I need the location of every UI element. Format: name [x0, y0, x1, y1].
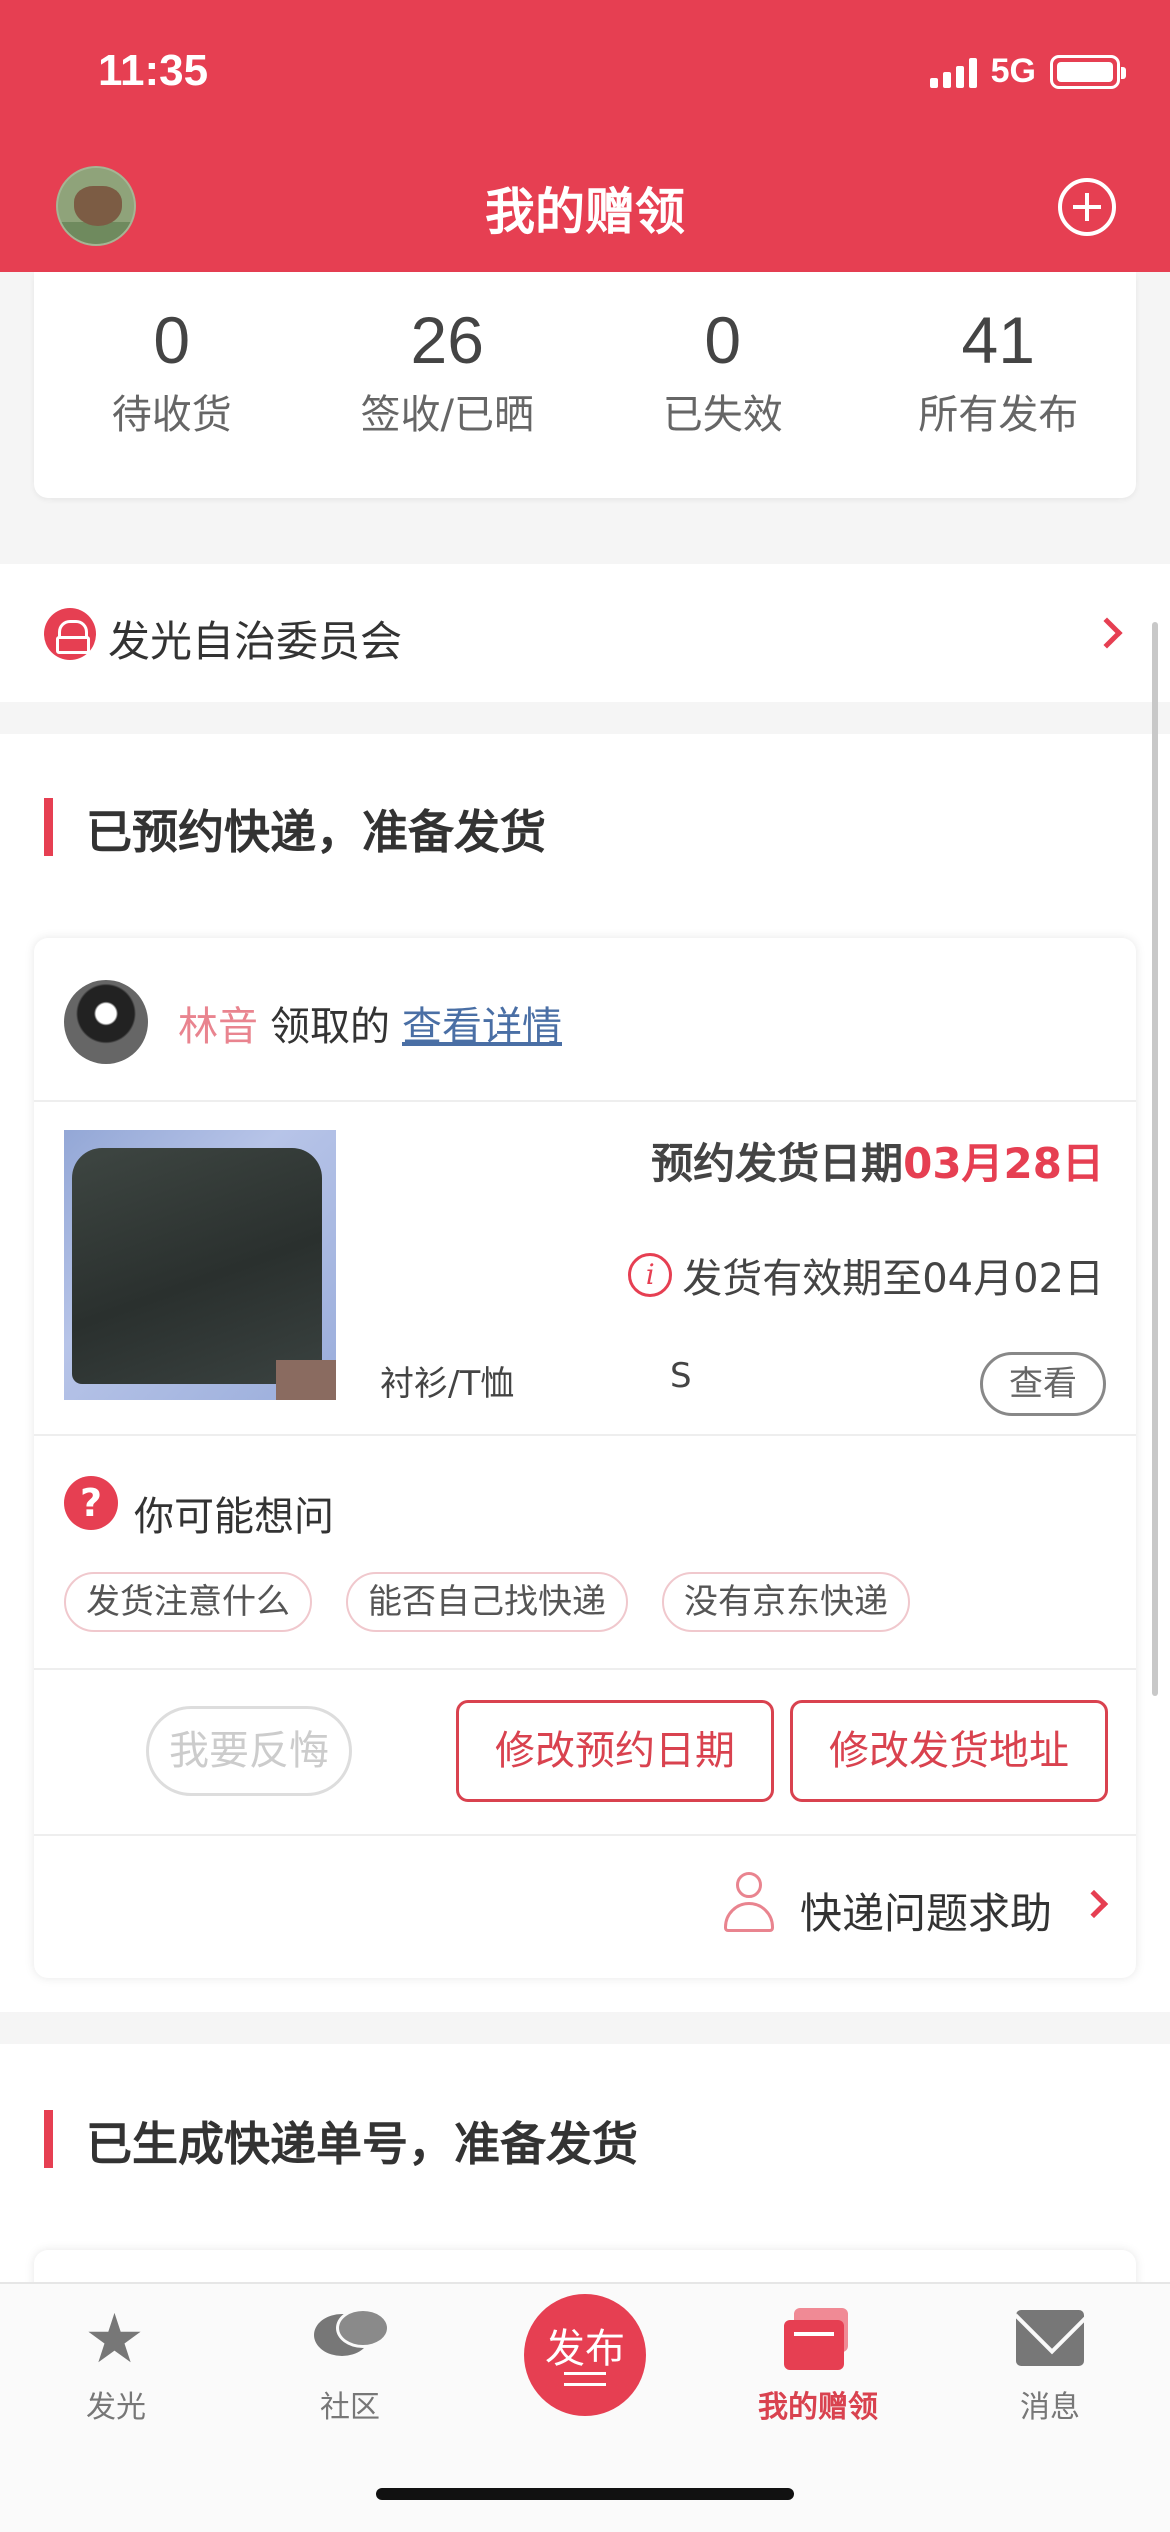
- battery-icon: [1050, 54, 1126, 89]
- ship-date-value: 03月28日: [903, 1139, 1104, 1188]
- faq-section: ? 你可能想问 发货注意什么 能否自己找快递 没有京东快递: [34, 1434, 1136, 1668]
- view-button[interactable]: 查看: [980, 1352, 1106, 1416]
- product-image[interactable]: [64, 1130, 336, 1400]
- add-icon[interactable]: [1058, 178, 1116, 236]
- tab-community[interactable]: 社区: [250, 2284, 450, 2444]
- person-icon: [722, 1872, 776, 1934]
- receiver-row: 林音 领取的 查看详情: [34, 938, 1136, 1100]
- mail-icon: [1016, 2310, 1084, 2366]
- status-time: 11:35: [98, 46, 209, 95]
- order-card: 林音 领取的 查看详情 预约发货日期03月28日 i 发货有效期至04月02日 衬衫…: [34, 938, 1136, 1978]
- info-icon: i: [628, 1253, 673, 1297]
- section-title: 已生成快递单号，准备发货: [86, 2117, 638, 2171]
- stat-all-published[interactable]: 41 所有发布: [861, 272, 1137, 498]
- chevron-right-icon: [1091, 617, 1123, 649]
- publish-button[interactable]: 发布: [524, 2294, 646, 2416]
- section-marker: [44, 2110, 53, 2168]
- stat-label: 待收货: [111, 392, 232, 438]
- question-icon: ?: [64, 1476, 118, 1530]
- valid-until-text: 发货有效期至04月02日: [682, 1256, 1104, 1302]
- stat-signed-shared[interactable]: 26 签收/已晒: [310, 272, 586, 498]
- scrollbar[interactable]: [1152, 622, 1158, 1696]
- tab-messages[interactable]: 消息: [950, 2284, 1150, 2444]
- status-indicators: 5G: [929, 52, 1126, 91]
- faq-chip[interactable]: 发货注意什么: [64, 1572, 312, 1632]
- faq-chips: 发货注意什么 能否自己找快递 没有京东快递: [64, 1572, 910, 1632]
- tab-label: 我的赠领: [758, 2390, 878, 2425]
- ship-date-label: 预约发货日期: [651, 1139, 904, 1188]
- valid-until: i 发货有效期至04月02日: [628, 1246, 1104, 1304]
- view-details-link[interactable]: 查看详情: [402, 1004, 562, 1050]
- committee-icon: [44, 608, 96, 660]
- committee-label: 发光自治委员会: [108, 617, 403, 666]
- faq-title: 你可能想问: [134, 1494, 334, 1540]
- section-title: 已预约快递，准备发货: [86, 805, 546, 859]
- stat-label: 签收/已晒: [360, 392, 534, 438]
- app-header: 11:35 5G 我的赠领: [0, 0, 1170, 272]
- chat-icon: [314, 2308, 390, 2370]
- section-marker: [44, 798, 53, 856]
- action-row: 我要反悔 修改预约日期 修改发货地址: [34, 1668, 1136, 1834]
- edit-date-button[interactable]: 修改预约日期: [456, 1700, 774, 1802]
- faq-chip[interactable]: 能否自己找快递: [346, 1572, 628, 1632]
- network-type: 5G: [990, 52, 1036, 90]
- tab-label: 发光: [86, 2390, 146, 2425]
- shipping-help-label: 快递问题求助: [800, 1889, 1053, 1938]
- shipping-help-row[interactable]: 快递问题求助: [34, 1834, 1136, 1978]
- committee-row[interactable]: 发光自治委员会: [0, 564, 1170, 702]
- home-indicator: [376, 2488, 794, 2500]
- product-size: S: [670, 1356, 692, 1396]
- stat-value: 0: [153, 303, 191, 377]
- chevron-right-icon: [1079, 1889, 1109, 1919]
- stat-pending-receipt[interactable]: 0 待收货: [34, 272, 310, 498]
- star-icon: ★: [84, 2300, 145, 2379]
- product-category: 衬衫/T恤: [380, 1364, 515, 1404]
- stat-value: 41: [961, 303, 1035, 377]
- tab-my-gifts[interactable]: 我的赠领: [718, 2284, 918, 2444]
- stat-expired[interactable]: 0 已失效: [585, 272, 861, 498]
- receiver-line: 林音 领取的 查看详情: [178, 994, 562, 1052]
- tab-glow[interactable]: ★ 发光: [16, 2284, 216, 2444]
- regret-button[interactable]: 我要反悔: [146, 1706, 352, 1796]
- signal-icon: [929, 56, 977, 88]
- page-title: 我的赠领: [485, 183, 685, 241]
- edit-address-button[interactable]: 修改发货地址: [790, 1700, 1108, 1802]
- stat-value: 26: [410, 303, 484, 377]
- tab-label: 社区: [320, 2390, 380, 2425]
- receiver-action: 领取的: [270, 1004, 390, 1050]
- section-reserved-shipping: 已预约快递，准备发货 林音 领取的 查看详情 预约发货日期03月28日 i 发货有效…: [0, 734, 1170, 2012]
- receiver-name[interactable]: 林音: [178, 1004, 258, 1050]
- publish-label: 发布: [545, 2326, 625, 2372]
- stat-value: 0: [704, 303, 742, 377]
- ship-date: 预约发货日期03月28日: [651, 1130, 1104, 1191]
- stats-card: 0 待收货 26 签收/已晒 0 已失效 41 所有发布: [34, 272, 1136, 498]
- stat-label: 所有发布: [918, 392, 1079, 438]
- stat-label: 已失效: [662, 392, 783, 438]
- publish-icon: [564, 2372, 606, 2386]
- tab-label: 消息: [1020, 2390, 1080, 2425]
- faq-chip[interactable]: 没有京东快递: [662, 1572, 910, 1632]
- gift-icon: [784, 2308, 852, 2370]
- receiver-avatar[interactable]: [64, 980, 148, 1064]
- product-row: 预约发货日期03月28日 i 发货有效期至04月02日 衬衫/T恤 S 查看: [34, 1100, 1136, 1434]
